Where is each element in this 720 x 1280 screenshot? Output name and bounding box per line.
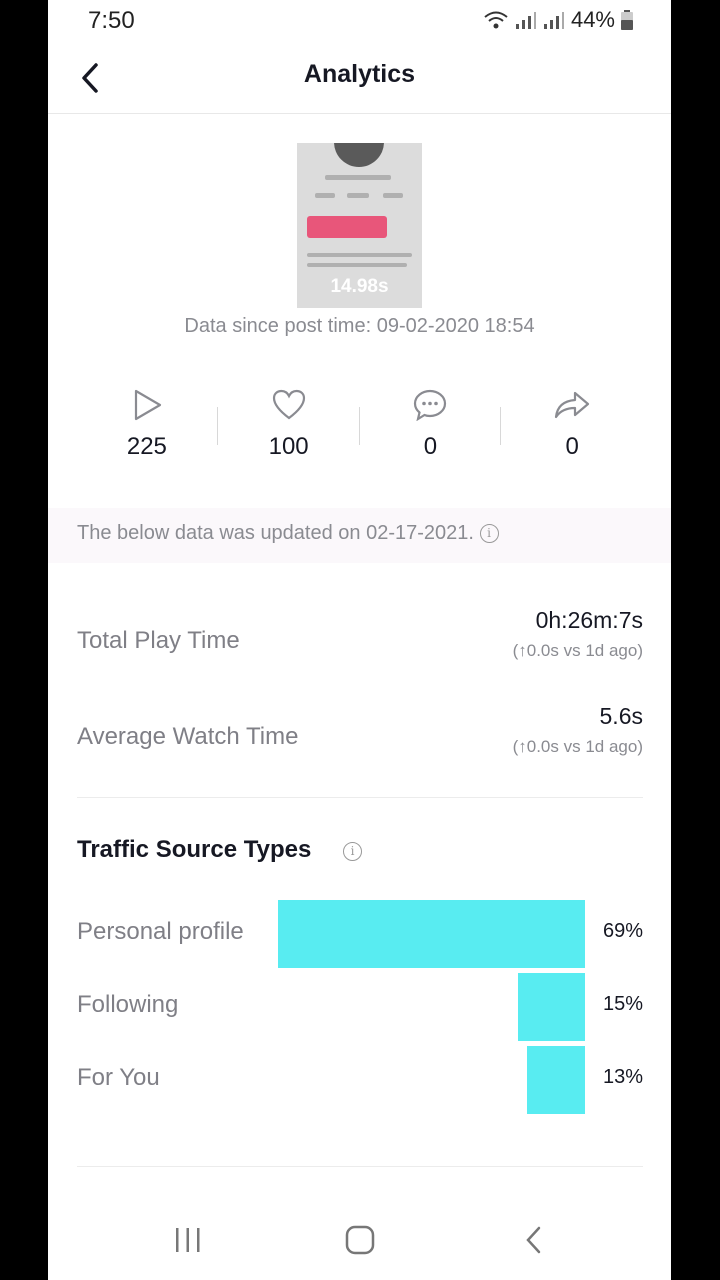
home-icon[interactable] xyxy=(345,1225,375,1255)
share-icon xyxy=(555,391,590,419)
battery-percent: 44% xyxy=(570,7,615,32)
stat-likes: 100 xyxy=(218,385,360,475)
stat-value: 0 xyxy=(565,433,579,460)
traffic-source-row: For You 13% xyxy=(77,1046,643,1114)
status-time: 7:50 xyxy=(88,7,135,34)
metric-label: Total Play Time xyxy=(77,627,240,654)
traffic-section-title: Traffic Source Types xyxy=(77,836,312,863)
thumbnail-line xyxy=(307,253,412,257)
play-icon xyxy=(134,389,161,421)
video-thumbnail[interactable]: 14.98s xyxy=(297,143,422,308)
metric-total-play-time: Total Play Time 0h:26m:7s (↑0.0s vs 1d a… xyxy=(77,607,643,677)
stat-divider xyxy=(359,407,360,445)
traffic-source-percent: 69% xyxy=(602,920,643,942)
page-title: Analytics xyxy=(303,60,416,88)
metric-delta: (↑0.0s vs 1d ago) xyxy=(512,737,643,756)
stat-comments: 0 xyxy=(360,385,502,475)
thumbnail-follow-button xyxy=(307,216,387,238)
comment-icon xyxy=(414,389,447,421)
traffic-source-percent: 13% xyxy=(602,1066,643,1088)
traffic-source-label: For You xyxy=(77,1064,160,1091)
top-nav-bar: Analytics xyxy=(48,40,671,114)
info-icon[interactable]: i xyxy=(479,524,499,544)
traffic-source-percent: 15% xyxy=(602,993,643,1015)
post-time-text: Data since post time: 09-02-2020 18:54 xyxy=(184,315,535,337)
system-back-icon[interactable] xyxy=(524,1225,544,1255)
traffic-source-label: Personal profile xyxy=(77,918,244,945)
status-icons: 44% xyxy=(483,7,633,33)
wifi-icon xyxy=(484,11,508,29)
analytics-screen: 7:50 44% Analytics 14.98s Data since pos… xyxy=(48,0,671,1280)
thumbnail-line xyxy=(383,193,403,198)
system-navigation-bar xyxy=(48,1205,671,1275)
traffic-info-icon[interactable]: i xyxy=(343,842,362,861)
stat-value: 225 xyxy=(126,433,167,460)
section-divider xyxy=(77,797,643,798)
traffic-source-bar xyxy=(518,973,585,1041)
stat-plays: 225 xyxy=(76,385,218,475)
status-bar: 7:50 44% xyxy=(48,0,671,40)
video-stats: 225 100 0 0 xyxy=(76,385,643,475)
thumbnail-line xyxy=(325,175,391,180)
traffic-source-bar xyxy=(527,1046,585,1114)
metric-average-watch-time: Average Watch Time 5.6s (↑0.0s vs 1d ago… xyxy=(77,703,643,773)
signal-icon-2 xyxy=(543,12,564,29)
stat-value: 0 xyxy=(423,433,438,460)
thumbnail-line xyxy=(315,193,335,198)
thumbnail-line xyxy=(347,193,369,198)
metric-label: Average Watch Time xyxy=(77,723,299,750)
traffic-source-label: Following xyxy=(77,991,179,1018)
thumbnail-avatar xyxy=(334,143,384,167)
section-divider xyxy=(77,1166,643,1167)
video-duration: 14.98s xyxy=(330,276,389,297)
stat-value: 100 xyxy=(268,433,309,460)
stat-shares: 0 xyxy=(501,385,643,475)
traffic-source-row: Personal profile 69% xyxy=(77,900,643,968)
update-notice: The below data was updated on 02-17-2021… xyxy=(77,522,499,545)
heart-icon xyxy=(272,389,305,420)
metric-value: 5.6s xyxy=(599,703,643,729)
stat-divider xyxy=(217,407,218,445)
thumbnail-line xyxy=(307,263,407,267)
signal-icon xyxy=(515,12,536,29)
update-banner: The below data was updated on 02-17-2021… xyxy=(48,508,671,563)
metric-delta: (↑0.0s vs 1d ago) xyxy=(512,641,643,660)
stat-divider xyxy=(500,407,501,445)
recent-apps-icon[interactable] xyxy=(174,1227,202,1253)
traffic-source-bar xyxy=(278,900,585,968)
traffic-source-row: Following 15% xyxy=(77,973,643,1041)
metric-value: 0h:26m:7s xyxy=(535,607,643,633)
update-notice-text: The below data was updated on 02-17-2021… xyxy=(77,522,474,544)
battery-icon xyxy=(621,10,633,30)
